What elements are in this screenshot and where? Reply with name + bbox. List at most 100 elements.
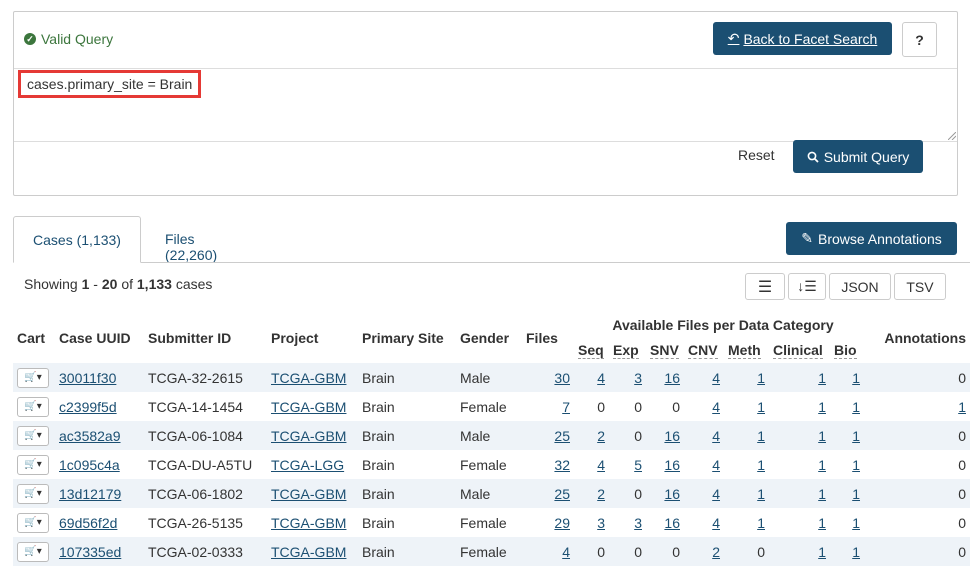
cart-dropdown-button[interactable]: 🛒 ▾ [17,454,49,475]
cart-dropdown-button[interactable]: 🛒 ▾ [17,483,49,504]
cnv-count-link[interactable]: 4 [712,428,720,444]
case-uuid-link[interactable]: c2399f5d [59,399,117,415]
bio-count-link[interactable]: 1 [852,486,860,502]
browse-annotations-button[interactable]: ✎ Browse Annotations [786,222,957,255]
submitter-id-cell: TCGA-14-1454 [148,398,243,415]
tab-cases[interactable]: Cases (1,133) [13,216,141,263]
json-export-button[interactable]: JSON [829,273,891,300]
cart-dropdown-button[interactable]: 🛒 ▾ [17,512,49,533]
snv-count-link[interactable]: 16 [664,515,680,531]
case-uuid-link[interactable]: ac3582a9 [59,428,121,444]
cart-dropdown-button[interactable]: 🛒 ▾ [17,367,49,388]
seq-count-link[interactable]: 3 [597,515,605,531]
tsv-export-button[interactable]: TSV [894,273,946,300]
bio-count-link[interactable]: 1 [852,544,860,560]
case-uuid-link[interactable]: 13d12179 [59,486,121,502]
files-count-link[interactable]: 25 [554,486,570,502]
check-circle-icon: ✓ [24,33,36,45]
exp-count-cell: 0 [634,427,642,444]
col-primary-site[interactable]: Primary Site [362,313,460,363]
files-count-link[interactable]: 32 [554,457,570,473]
case-uuid-link[interactable]: 69d56f2d [59,515,117,531]
clinical-count-link[interactable]: 1 [818,428,826,444]
project-link[interactable]: TCGA-GBM [271,399,346,415]
cnv-count-link[interactable]: 4 [712,486,720,502]
snv-count-link[interactable]: 16 [664,486,680,502]
cases-table: Cart Case UUID Submitter ID Project Prim… [13,313,970,566]
exp-count-link[interactable]: 5 [634,457,642,473]
sort-button[interactable]: ↓☰ [788,273,826,300]
col-case-uuid[interactable]: Case UUID [59,313,148,363]
col-cart: Cart [17,330,46,346]
exp-count-link[interactable]: 3 [634,515,642,531]
meth-count-link[interactable]: 1 [757,486,765,502]
project-link[interactable]: TCGA-GBM [271,515,346,531]
files-count-link[interactable]: 7 [562,399,570,415]
project-link[interactable]: TCGA-LGG [271,457,344,473]
primary-site-cell: Brain [362,398,395,415]
meth-count-link[interactable]: 1 [757,457,765,473]
seq-count-cell: 0 [597,543,605,560]
meth-count-link[interactable]: 1 [757,515,765,531]
cart-dropdown-button[interactable]: 🛒 ▾ [17,541,49,562]
project-link[interactable]: TCGA-GBM [271,370,346,386]
meth-count-link[interactable]: 1 [757,399,765,415]
cart-cell: 🛒 ▾ [13,479,59,508]
project-link[interactable]: TCGA-GBM [271,486,346,502]
snv-count-link[interactable]: 16 [664,457,680,473]
clinical-count-link[interactable]: 1 [818,457,826,473]
column-menu-button[interactable]: ☰ [745,273,785,300]
cnv-count-link[interactable]: 2 [712,544,720,560]
cnv-count-link[interactable]: 4 [712,515,720,531]
project-link[interactable]: TCGA-GBM [271,544,346,560]
case-uuid-link[interactable]: 1c095c4a [59,457,120,473]
cart-dropdown-button[interactable]: 🛒 ▾ [17,425,49,446]
reset-link[interactable]: Reset [738,147,775,163]
col-project[interactable]: Project [271,313,362,363]
files-count-link[interactable]: 29 [554,515,570,531]
clinical-count-link[interactable]: 1 [818,486,826,502]
resize-handle-icon[interactable] [948,132,956,140]
tab-files[interactable]: Files (22,260) [165,231,217,263]
clinical-count-link[interactable]: 1 [818,370,826,386]
help-button[interactable]: ? [902,22,937,57]
col-annotations[interactable]: Annotations [868,313,970,363]
case-uuid-link[interactable]: 30011f30 [59,370,116,386]
meth-count-link[interactable]: 1 [757,428,765,444]
snv-count-link[interactable]: 16 [664,428,680,444]
col-submitter-id[interactable]: Submitter ID [148,313,271,363]
cart-dropdown-button[interactable]: 🛒 ▾ [17,396,49,417]
seq-count-link[interactable]: 2 [597,428,605,444]
col-files[interactable]: Files [526,313,578,363]
bio-count-link[interactable]: 1 [852,370,860,386]
exp-count-cell: 0 [634,543,642,560]
gender-cell: Female [460,456,507,473]
meth-count-link[interactable]: 1 [757,370,765,386]
files-count-link[interactable]: 25 [554,428,570,444]
cnv-count-link[interactable]: 4 [712,370,720,386]
query-textarea[interactable]: cases.primary_site = Brain [14,69,957,142]
bio-count-link[interactable]: 1 [852,515,860,531]
seq-count-link[interactable]: 2 [597,486,605,502]
back-to-facet-search-button[interactable]: ↶ Back to Facet Search [713,22,892,55]
cnv-count-link[interactable]: 4 [712,399,720,415]
project-link[interactable]: TCGA-GBM [271,428,346,444]
bio-count-link[interactable]: 1 [852,399,860,415]
bio-count-link[interactable]: 1 [852,457,860,473]
cart-cell: 🛒 ▾ [13,421,59,450]
clinical-count-link[interactable]: 1 [818,399,826,415]
clinical-count-link[interactable]: 1 [818,544,826,560]
annotations-count-link[interactable]: 1 [958,399,966,415]
seq-count-link[interactable]: 4 [597,457,605,473]
files-count-link[interactable]: 30 [554,370,570,386]
case-uuid-link[interactable]: 107335ed [59,544,121,560]
seq-count-link[interactable]: 4 [597,370,605,386]
bio-count-link[interactable]: 1 [852,428,860,444]
exp-count-link[interactable]: 3 [634,370,642,386]
snv-count-link[interactable]: 16 [664,370,680,386]
cnv-count-link[interactable]: 4 [712,457,720,473]
clinical-count-link[interactable]: 1 [818,515,826,531]
col-gender[interactable]: Gender [460,313,526,363]
files-count-link[interactable]: 4 [562,544,570,560]
submit-query-button[interactable]: Submit Query [793,140,923,173]
